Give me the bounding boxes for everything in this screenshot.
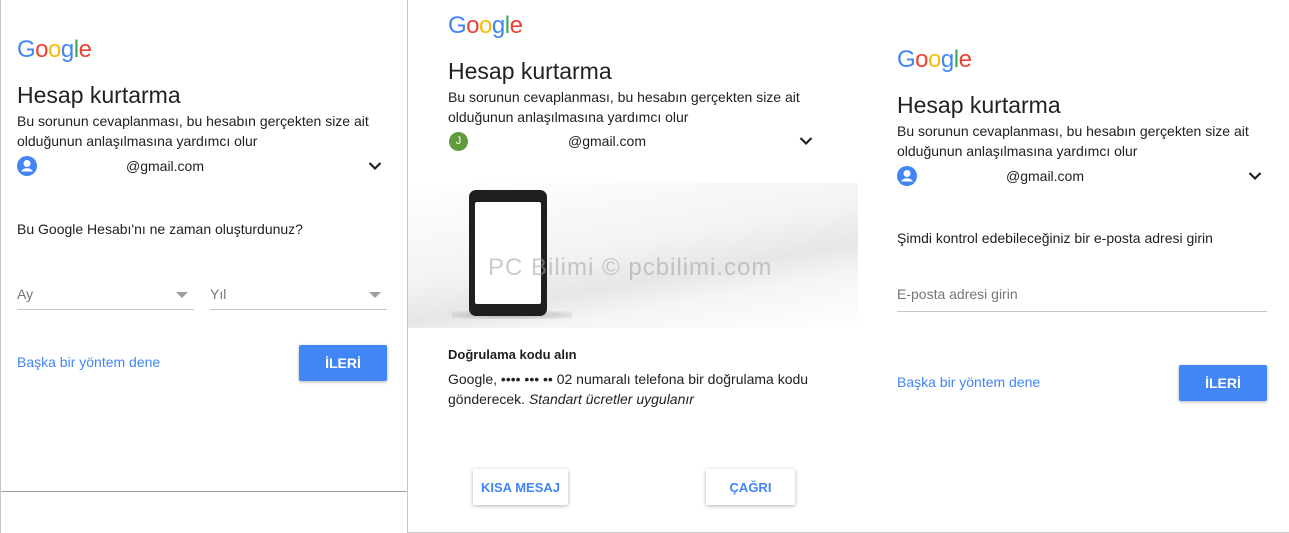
next-button[interactable]: İLERİ [1179, 365, 1267, 401]
recovery-panel-birthdate: Google Hesap kurtarma Bu sorunun cevapla… [0, 0, 408, 533]
page-subtitle: Bu sorunun cevaplanması, bu hesabın gerç… [17, 113, 369, 149]
google-logo: Google [17, 36, 92, 63]
phone-illustration: PC Bilimi © pcbilimi.com [408, 183, 859, 328]
email-prompt: Şimdi kontrol edebileceğiniz bir e-posta… [897, 230, 1213, 246]
dropdown-arrow-icon [369, 292, 381, 298]
account-selector[interactable]: @gmail.com [17, 155, 387, 177]
verification-title: Doğrulama kodu alın [448, 347, 577, 362]
page-subtitle: Bu sorunun cevaplanması, bu hesabın gerç… [897, 123, 1249, 159]
year-select[interactable]: Yıl [210, 280, 387, 310]
sms-button[interactable]: KISA MESAJ [473, 469, 568, 505]
try-another-way-link[interactable]: Başka bir yöntem dene [897, 374, 1040, 390]
page-title: Hesap kurtarma [897, 92, 1061, 118]
page-title: Hesap kurtarma [448, 58, 612, 84]
google-logo: Google [448, 12, 523, 39]
email-field-placeholder: E-posta adresi girin [897, 286, 1018, 302]
month-select-placeholder: Ay [17, 286, 34, 302]
account-circle-icon [897, 166, 917, 186]
creation-date-question: Bu Google Hesabı'nı ne zaman oluşturdunu… [17, 221, 303, 237]
chevron-down-icon[interactable] [368, 161, 382, 171]
account-circle-icon [17, 156, 37, 176]
verification-text: Google, •••• ••• •• 02 numaralı telefona… [448, 371, 809, 407]
year-select-placeholder: Yıl [210, 286, 227, 302]
google-logo: Google [897, 46, 972, 73]
call-button[interactable]: ÇAĞRI [706, 469, 795, 505]
divider [1, 491, 408, 492]
month-select[interactable]: Ay [17, 280, 194, 310]
phone-screen [475, 202, 541, 304]
chevron-down-icon[interactable] [799, 136, 813, 146]
email-field[interactable]: E-posta adresi girin [897, 278, 1267, 312]
page-title: Hesap kurtarma [17, 82, 181, 108]
try-another-way-link[interactable]: Başka bir yöntem dene [17, 354, 160, 370]
avatar: J [449, 132, 468, 151]
dropdown-arrow-icon [176, 292, 188, 298]
page-subtitle: Bu sorunun cevaplanması, bu hesabın gerç… [448, 89, 800, 125]
account-email: @gmail.com [1006, 168, 1085, 184]
account-selector[interactable]: J @gmail.com [448, 131, 818, 153]
watermark: PC Bilimi © pcbilimi.com [488, 254, 773, 281]
account-selector[interactable]: @gmail.com [897, 165, 1267, 187]
phone-icon [469, 190, 547, 316]
account-email: @gmail.com [126, 158, 205, 174]
next-button[interactable]: İLERİ [299, 345, 387, 381]
recovery-panel-email: Google Hesap kurtarma Bu sorunun cevapla… [858, 0, 1289, 533]
chevron-down-icon[interactable] [1248, 171, 1262, 181]
account-email: @gmail.com [568, 133, 647, 149]
recovery-panel-phone: Google Hesap kurtarma Bu sorunun cevapla… [407, 0, 859, 533]
